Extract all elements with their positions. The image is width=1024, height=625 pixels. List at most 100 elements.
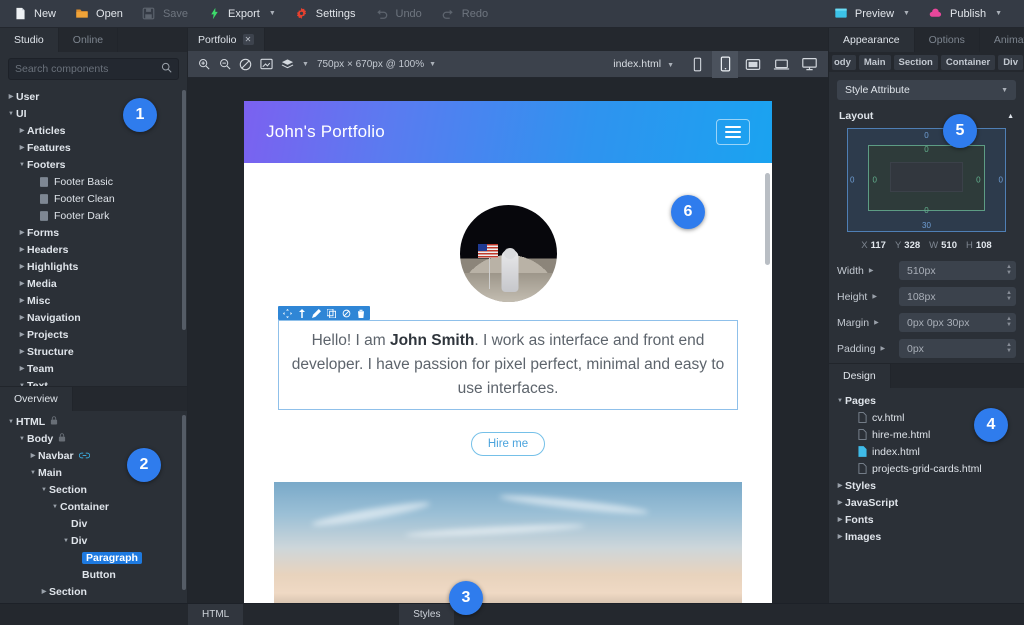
page-preview[interactable]: John's Portfolio Hello! I am John Smith.… [244, 101, 772, 603]
settings-button[interactable]: Settings [290, 4, 364, 24]
tab-overview[interactable]: Overview [0, 387, 73, 411]
tree-row[interactable]: ▶ Articles [0, 122, 187, 139]
stepper-icon[interactable]: ▲ ▼ [1006, 264, 1012, 276]
tree-row[interactable]: ▶ Team [0, 360, 187, 377]
padding-top-value[interactable]: 0 [924, 145, 928, 154]
chevron-right-icon[interactable]: ▶ [835, 500, 845, 506]
chevron-down-icon[interactable]: ▼ [835, 398, 845, 404]
style-attribute-select[interactable]: Style Attribute ▼ [837, 80, 1016, 100]
hamburger-menu-icon[interactable] [716, 119, 750, 145]
tree-row[interactable]: index.html [829, 443, 1024, 460]
margin-left-value[interactable]: 0 [850, 176, 854, 185]
redo-button[interactable]: Redo [436, 4, 496, 24]
chevron-down-icon[interactable]: ▼ [39, 487, 49, 493]
chevron-right-icon[interactable]: ▶ [835, 517, 845, 523]
chevron-right-icon[interactable]: ▶ [17, 128, 27, 134]
tree-row[interactable]: ▶ Misc [0, 292, 187, 309]
tree-row[interactable]: Paragraph [0, 549, 187, 566]
breadcrumb-item-container[interactable]: Container [940, 54, 996, 70]
chevron-right-icon[interactable]: ▶ [17, 247, 27, 253]
tree-row[interactable]: ▶ Highlights [0, 258, 187, 275]
chevron-right-icon[interactable]: ▶ [835, 483, 845, 489]
tree-row[interactable]: ▶ Structure [0, 343, 187, 360]
tree-row[interactable]: ▶ Features [0, 139, 187, 156]
tree-row[interactable]: ▶ Fonts [829, 511, 1024, 528]
tree-row[interactable]: ▶ Forms [0, 224, 187, 241]
paragraph-text[interactable]: Hello! I am John Smith. I work as interf… [278, 320, 738, 411]
chevron-right-icon[interactable]: ▶ [39, 589, 49, 595]
chevron-right-icon[interactable]: ▶ [17, 315, 27, 321]
chevron-down-icon[interactable]: ▼ [61, 538, 71, 544]
chevron-right-icon[interactable]: ▶ [17, 264, 27, 270]
preview-button[interactable]: Preview ▼ [829, 4, 918, 24]
tree-row[interactable]: projects-grid-cards.html [829, 460, 1024, 477]
chevron-right-icon[interactable]: ▶ [6, 94, 16, 100]
chevron-right-icon[interactable]: ▶ [835, 534, 845, 540]
layers-icon[interactable] [278, 55, 297, 74]
overview-tree-scrollbar[interactable] [182, 415, 186, 590]
breadcrumb-item-ody[interactable]: ody [832, 54, 856, 70]
margin-bottom-value[interactable]: 30 [922, 221, 931, 230]
tree-row[interactable]: ▼ HTML [0, 413, 187, 430]
breadcrumb-item-main[interactable]: Main [858, 54, 891, 70]
tab-studio[interactable]: Studio [0, 28, 59, 52]
tree-row[interactable]: ▶ JavaScript [829, 494, 1024, 511]
tree-row[interactable]: ▶ User [0, 88, 187, 105]
tree-row[interactable]: ▼ Container [0, 498, 187, 515]
export-button[interactable]: Export ▼ [202, 4, 284, 24]
bottom-tab-styles[interactable]: Styles [399, 604, 455, 625]
zoom-in-icon[interactable] [194, 55, 213, 74]
component-tree[interactable]: ▶ User ▼ UI ▶ Articles ▶ Features ▼ Footers Footer… [0, 86, 187, 386]
device-laptop[interactable] [768, 51, 794, 78]
device-tablet[interactable] [740, 51, 766, 78]
hide-eye-icon[interactable] [342, 309, 351, 318]
tree-row[interactable]: ▼ Main [0, 464, 187, 481]
new-button[interactable]: New [8, 4, 64, 24]
tab-animation[interactable]: Animation [980, 28, 1024, 52]
property-field-padding[interactable]: 0px ▲ ▼ [899, 339, 1016, 358]
tree-row[interactable]: ▼ Div [0, 532, 187, 549]
tree-row[interactable]: ▶ Section [0, 583, 187, 600]
lock-icon[interactable] [58, 432, 66, 445]
stepper-icon[interactable]: ▲ ▼ [1006, 342, 1012, 354]
canvas-viewport[interactable]: John's Portfolio Hello! I am John Smith.… [188, 78, 828, 603]
overview-tree[interactable]: ▼ HTML ▼ Body ▶ Navbar ▼ Main ▼ Section ▼ Container… [0, 411, 187, 603]
margin-right-value[interactable]: 0 [999, 176, 1003, 185]
device-mobile[interactable] [712, 50, 738, 78]
chevron-right-icon[interactable]: ▶ [28, 453, 38, 459]
delete-trash-icon[interactable] [357, 309, 365, 318]
open-button[interactable]: Open [70, 4, 131, 24]
chevron-right-icon[interactable]: ▶ [17, 349, 27, 355]
save-button[interactable]: Save [137, 4, 196, 24]
chevron-right-icon[interactable]: ▶ [881, 345, 886, 352]
tree-row[interactable]: ▶ Images [829, 528, 1024, 545]
tree-row[interactable]: ▼ Body [0, 430, 187, 447]
tab-appearance[interactable]: Appearance [829, 28, 915, 52]
tab-design[interactable]: Design [829, 364, 891, 388]
canvas-zoom-label[interactable]: 750px × 670px @ 100% [317, 59, 424, 70]
element-toolbar[interactable] [278, 306, 370, 320]
chevron-right-icon[interactable]: ▶ [17, 281, 27, 287]
tree-row[interactable]: ▶ Styles [829, 477, 1024, 494]
padding-left-value[interactable]: 0 [872, 176, 876, 185]
property-field-height[interactable]: 108px ▲ ▼ [899, 287, 1016, 306]
canvas-file-select[interactable]: index.html ▼ [613, 58, 674, 70]
tree-row[interactable]: ▶ Navigation [0, 309, 187, 326]
tree-row[interactable]: hire-me.html [829, 426, 1024, 443]
padding-right-value[interactable]: 0 [976, 176, 980, 185]
chevron-right-icon[interactable]: ▶ [17, 366, 27, 372]
publish-button[interactable]: Publish ▼ [924, 4, 1010, 24]
chevron-right-icon[interactable]: ▶ [874, 319, 879, 326]
zoom-chevron-down-icon[interactable]: ▼ [429, 61, 436, 68]
canvas-tab-portfolio[interactable]: Portfolio ✕ [188, 28, 265, 51]
chevron-down-icon[interactable]: ▼ [17, 162, 27, 168]
component-tree-scrollbar[interactable] [182, 90, 186, 330]
stepper-icon[interactable]: ▲ ▼ [1006, 316, 1012, 328]
select-parent-icon[interactable] [298, 308, 306, 318]
tree-row[interactable]: Div [0, 515, 187, 532]
tree-row[interactable]: ▼ Footers [0, 156, 187, 173]
search-input[interactable] [15, 63, 161, 75]
tree-row[interactable]: ▶ Headers [0, 241, 187, 258]
stepper-icon[interactable]: ▲ ▼ [1006, 290, 1012, 302]
tree-row[interactable]: ▶ Navbar [0, 447, 187, 464]
